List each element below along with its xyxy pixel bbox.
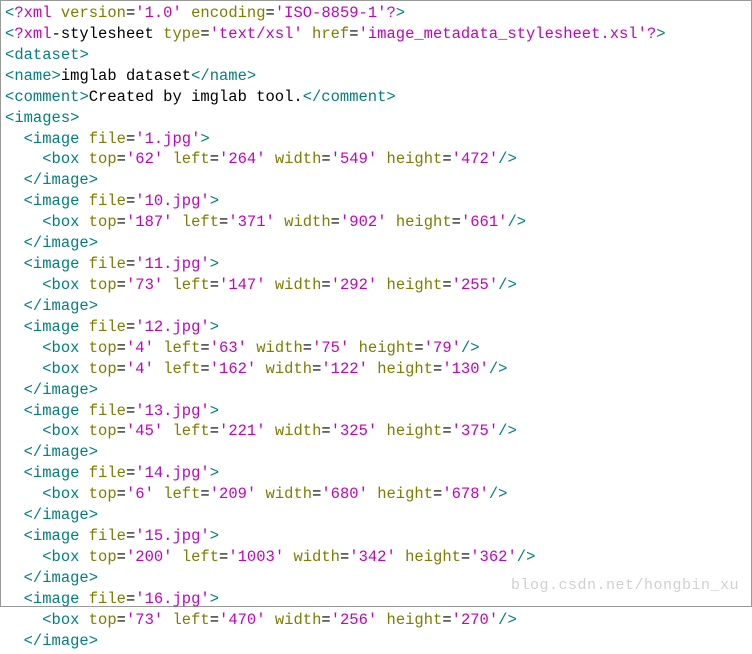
xml-source: <?xml version='1.0' encoding='ISO-8859-1… bbox=[1, 1, 751, 654]
